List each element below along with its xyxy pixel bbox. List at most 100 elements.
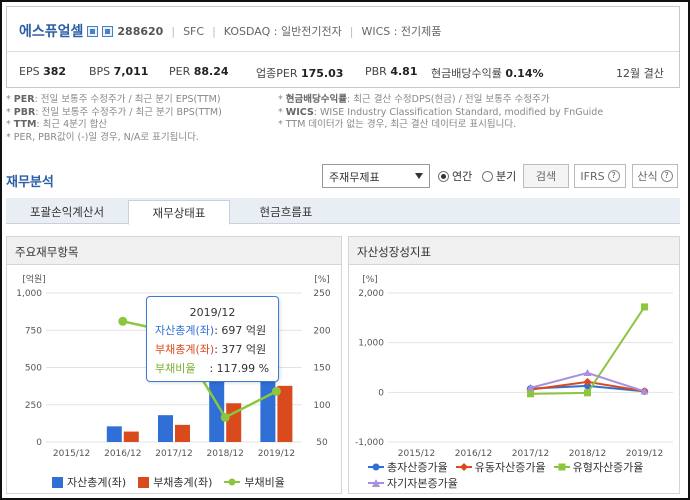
x-tick-label: 2015/12 <box>398 449 435 459</box>
x-tick-label: 2017/12 <box>155 449 192 459</box>
legend-marker-diamond <box>455 463 472 471</box>
point-equity-growth <box>583 368 592 376</box>
radio-annual-label: 연간 <box>452 170 473 183</box>
legend-line-marker <box>224 478 241 486</box>
notes-left: * PER: 전일 보통주 수정주가 / 최근 분기 EPS(TTM) * PB… <box>6 94 222 143</box>
home-icon[interactable] <box>87 25 99 37</box>
formula-button-label: 산식 <box>637 170 658 183</box>
fiscal-month: 12월 결산 <box>616 67 664 80</box>
note-wics-key: WICS <box>285 106 314 118</box>
note-pbr-key: PBR <box>13 106 36 118</box>
company-header: 에스퓨얼셀 288620 | SFC | KOSDAQ : 일반전기전자 | W… <box>6 6 680 88</box>
bar-liabilities <box>123 431 139 442</box>
x-tick-label: 2016/12 <box>455 449 492 459</box>
dividend-yield-value: 0.14% <box>505 67 544 80</box>
x-tick-label: 2016/12 <box>104 449 141 459</box>
note-div-key: 현금배당수익률 <box>285 94 347 105</box>
asset-growth-chart: [%] 2,000 1,000 0 -1,000 2015/12 2016/12 2017/1… <box>355 275 673 459</box>
key-financials-title: 주요재무항목 <box>7 237 341 265</box>
eps-value: 382 <box>43 65 67 78</box>
chart-tooltip: 2019/12 자산총계(좌): 697 억원 부채총계(좌): 377 억원 … <box>146 296 279 382</box>
note-ttm: : 최근 4분기 합산 <box>36 119 108 130</box>
tooltip-ratio-value: : 117.99 % <box>209 362 270 375</box>
left-axis-unit: [억원] <box>22 273 46 285</box>
tab-cash-flow[interactable]: 현금흐름표 <box>234 200 338 224</box>
per-value: 88.24 <box>193 65 229 78</box>
legend-debt-ratio: 부채비율 <box>244 476 285 489</box>
left-tick-label: 500 <box>25 364 42 374</box>
section-title: 재무분석 <box>6 175 54 190</box>
industry-per-label: 업종PER <box>256 67 298 80</box>
ifrs-button-label: IFRS <box>580 169 605 183</box>
market-sector: KOSDAQ : 일반전기전자 <box>223 25 342 38</box>
eps-label: EPS <box>19 65 40 78</box>
note-per-key: PER <box>13 94 35 105</box>
wics-sector: WICS : 전기제품 <box>361 25 442 38</box>
help-icon: ? <box>607 170 620 182</box>
note-ttm-missing: * TTM 데이터가 없는 경우, 최근 결산 데이터로 표시됩니다. <box>278 119 517 130</box>
pbr-value: 4.81 <box>390 65 418 78</box>
radio-off-icon <box>482 170 493 182</box>
left-tick-label: 0 <box>36 438 42 448</box>
y-tick-label: 1,000 <box>358 339 384 349</box>
key-financials-legend: 자산총계(좌) 부채총계(좌) 부채비율 <box>52 474 285 490</box>
tooltip-liabilities-value: : 377 억원 <box>214 343 267 356</box>
statement-select-value: 주재무제표 <box>329 171 380 184</box>
point-debt-ratio <box>220 412 230 422</box>
left-tick-label: 750 <box>25 326 42 336</box>
company-name: 에스퓨얼셀 <box>19 24 84 40</box>
radio-quarter[interactable]: 분기 <box>482 164 516 188</box>
point-tangible-asset-growth <box>527 390 534 398</box>
bar-liabilities <box>175 424 190 442</box>
right-tick-label: 200 <box>313 326 330 336</box>
chevron-down-icon <box>415 173 423 179</box>
x-tick-label: 2019/12 <box>626 449 663 459</box>
notes-right: * 현금배당수익률: 최근 결산 수정DPS(현금) / 전일 보통주 수정주가… <box>278 94 604 130</box>
legend-current-asset-growth: 유동자산증가율 <box>474 461 546 474</box>
stock-type: SFC <box>183 24 205 38</box>
bps-value: 7,011 <box>113 65 149 78</box>
y-tick-label: 0 <box>378 388 384 398</box>
tab-balance-sheet[interactable]: 재무상태표 <box>128 200 230 225</box>
legend-total-asset-growth: 총자산증가율 <box>387 461 448 474</box>
pbr-label: PBR <box>365 65 387 78</box>
formula-button[interactable]: 산식 ? <box>632 164 678 188</box>
help-icon: ? <box>660 170 673 182</box>
legend-marker-square <box>553 463 570 471</box>
ir-icon[interactable] <box>102 25 114 37</box>
radio-quarter-label: 분기 <box>496 170 517 183</box>
bar-assets <box>106 426 122 442</box>
company-info-row: 에스퓨얼셀 288620 | SFC | KOSDAQ : 일반전기전자 | W… <box>19 21 441 41</box>
right-tick-label: 150 <box>313 364 330 374</box>
legend-swatch-red <box>138 476 150 488</box>
tooltip-liabilities-label: 부채총계(좌) <box>155 343 215 356</box>
legend-assets: 자산총계(좌) <box>67 476 127 489</box>
point-tangible-asset-growth <box>641 303 648 311</box>
statement-select[interactable]: 주재무제표 <box>322 164 430 188</box>
x-tick-label: 2019/12 <box>258 449 295 459</box>
tab-income-statement-label: 포괄손익계산서 <box>29 205 105 219</box>
note-div: : 최근 결산 수정DPS(현금) / 전일 보통주 수정주가 <box>346 94 550 105</box>
legend-equity-growth: 자기자본증가율 <box>387 477 458 490</box>
tab-balance-sheet-label: 재무상태표 <box>152 205 206 220</box>
point-tangible-asset-growth <box>584 389 591 397</box>
left-tick-label: 250 <box>25 401 42 411</box>
search-button-label: 검색 <box>535 170 557 183</box>
bar-assets <box>158 415 173 442</box>
axis-unit: [%] <box>362 275 378 285</box>
right-tick-label: 250 <box>313 289 330 299</box>
asset-growth-legend-row1: 총자산증가율 유동자산증가율 유형자산증가율 <box>368 459 643 475</box>
right-tick-label: 50 <box>316 438 328 448</box>
radio-annual[interactable]: 연간 <box>438 164 472 188</box>
note-ttm-key: TTM <box>13 119 37 130</box>
asset-growth-legend-row2: 자기자본증가율 <box>368 475 458 491</box>
legend-swatch-blue <box>52 476 63 488</box>
industry-per-value: 175.03 <box>300 67 344 80</box>
legend-tangible-asset-growth: 유형자산증가율 <box>572 461 644 474</box>
tab-income-statement[interactable]: 포괄손익계산서 <box>10 200 124 224</box>
ifrs-button[interactable]: IFRS ? <box>574 164 626 188</box>
note-per: : 전일 보통주 수정주가 / 최근 분기 EPS(TTM) <box>34 94 221 105</box>
search-button[interactable]: 검색 <box>523 164 569 188</box>
x-tick-label: 2017/12 <box>512 449 549 459</box>
y-tick-label: -1,000 <box>355 438 384 448</box>
